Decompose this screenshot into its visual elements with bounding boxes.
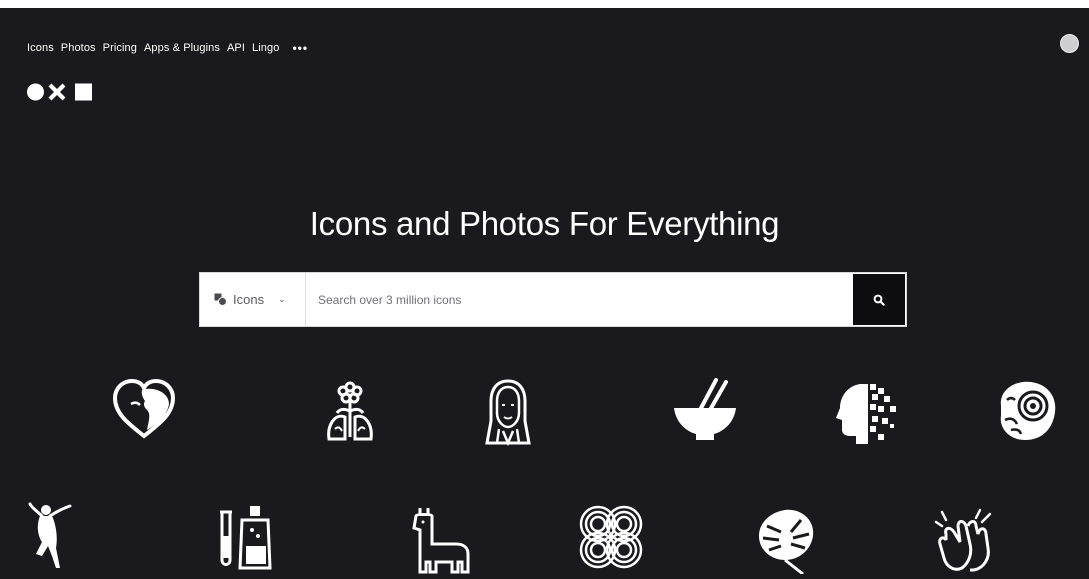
user-avatar[interactable] [1060, 34, 1079, 53]
llama-icon[interactable] [408, 504, 478, 574]
icons-type-icon [214, 293, 227, 306]
search-button[interactable] [853, 274, 905, 325]
search-icon [873, 294, 885, 306]
page-headline: Icons and Photos For Everything [309, 205, 780, 242]
nav-pricing[interactable]: Pricing [103, 42, 137, 54]
lungs-flower-icon[interactable] [315, 377, 385, 447]
search-type-dropdown[interactable]: Icons ⌄ [200, 273, 306, 326]
test-tube-bottle-icon[interactable] [212, 502, 282, 572]
hero-section: Icons Photos Pricing Apps & Plugins API … [0, 8, 1089, 579]
nav-more-menu[interactable]: ••• [292, 41, 308, 55]
dancer-icon[interactable] [22, 498, 92, 568]
bowl-chopsticks-icon[interactable] [670, 374, 740, 444]
nav-icons[interactable]: Icons [27, 42, 54, 54]
noun-project-logo[interactable] [27, 83, 97, 101]
chevron-down-icon: ⌄ [278, 294, 286, 304]
monstera-leaf-icon[interactable] [751, 504, 821, 574]
nav-apps-plugins[interactable]: Apps & Plugins [144, 42, 220, 54]
nav-api[interactable]: API [227, 42, 245, 54]
nav-lingo[interactable]: Lingo [252, 42, 279, 54]
interlocking-spirals-icon[interactable] [576, 502, 646, 572]
pixel-head-icon[interactable] [832, 378, 902, 448]
heart-face-icon[interactable] [109, 374, 179, 444]
search-type-label: Icons [233, 292, 265, 307]
clapping-hands-icon[interactable] [930, 504, 1000, 574]
search-bar: Icons ⌄ [199, 272, 907, 327]
nav-photos[interactable]: Photos [61, 42, 96, 54]
ammonite-fossil-icon[interactable] [991, 376, 1061, 446]
top-nav: Icons Photos Pricing Apps & Plugins API … [27, 39, 315, 57]
woman-portrait-icon[interactable] [473, 377, 543, 447]
search-input[interactable] [306, 273, 852, 326]
